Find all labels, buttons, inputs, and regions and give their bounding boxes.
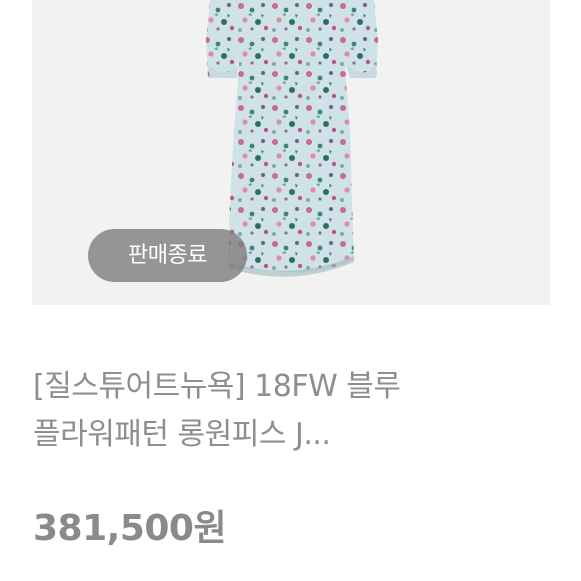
product-image-area[interactable]: 판매종료 (32, 0, 550, 305)
product-price: 381,500원 (33, 508, 227, 549)
sold-out-badge: 판매종료 (88, 229, 247, 282)
product-title[interactable]: [질스튜어트뉴욕] 18FW 블루 플라워패턴 롱원피스 J... (33, 363, 533, 459)
product-card[interactable]: 판매종료 [질스튜어트뉴욕] 18FW 블루 플라워패턴 롱원피스 J... 3… (0, 0, 581, 581)
